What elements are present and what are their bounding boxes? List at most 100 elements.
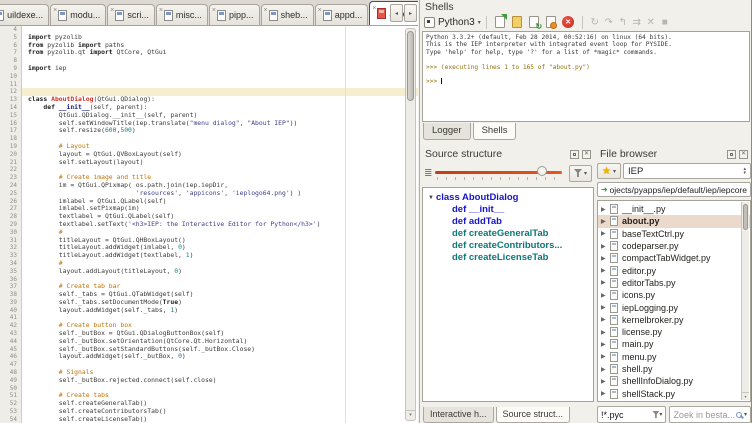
code-line-9[interactable]: 9import iep <box>0 65 418 73</box>
code-text: self.resize(600,500) <box>22 127 418 135</box>
file-row[interactable]: ▶splash.py <box>598 400 750 402</box>
file-list-scrollbar[interactable]: ▾ <box>741 202 749 400</box>
file-row[interactable]: ▶shellStack.py <box>598 387 750 399</box>
expander-icon[interactable]: ▶ <box>601 255 610 262</box>
editor-scrollbar-step-icon[interactable]: ▾ <box>406 410 415 419</box>
source-item[interactable]: def createContributors... <box>425 240 591 252</box>
code-line-40[interactable]: 40 layout.addWidget(self._tabs, 1) <box>0 307 418 315</box>
file-row[interactable]: ▶about.py <box>598 215 750 227</box>
file-row[interactable]: ▶codeparser.py <box>598 240 750 252</box>
project-select[interactable]: IEP ▴▾ <box>623 163 751 179</box>
expander-icon[interactable]: ▶ <box>601 206 610 213</box>
file-list-scrollbar-thumb[interactable] <box>743 204 748 230</box>
expander-icon[interactable]: ▶ <box>601 218 610 225</box>
expander-icon[interactable]: ▶ <box>601 366 610 373</box>
depth-slider-handle[interactable] <box>537 166 547 176</box>
file-row[interactable]: ▶shell.py <box>598 363 750 375</box>
expander-icon[interactable]: ▶ <box>601 390 610 397</box>
tab-shells[interactable]: Shells <box>473 123 517 140</box>
editor-tab-modu[interactable]: ×modu... <box>50 4 106 25</box>
expander-icon[interactable]: ▶ <box>601 267 610 274</box>
shell-output[interactable]: Python 3.3.2+ (default, Feb 28 2014, 00:… <box>422 31 750 122</box>
close-panel-icon[interactable]: ✕ <box>739 150 748 159</box>
code-line-46[interactable]: 46 layout.addWidget(self._butBox, 0) <box>0 353 418 361</box>
file-row[interactable]: ▶menu.py <box>598 351 750 363</box>
expander-icon[interactable]: ▶ <box>601 316 610 323</box>
code-line-49[interactable]: 49 self._butBox.rejected.connect(self.cl… <box>0 377 418 385</box>
file-row[interactable]: ▶iepLogging.py <box>598 301 750 313</box>
editor-tab-sheb[interactable]: ×sheb... <box>261 4 314 25</box>
tab-close-icon[interactable]: × <box>159 7 163 14</box>
line-number: 52 <box>0 400 22 408</box>
close-panel-icon[interactable]: ✕ <box>582 150 591 159</box>
tab-close-icon[interactable]: × <box>212 7 216 14</box>
float-panel-icon[interactable] <box>570 150 579 159</box>
file-row[interactable]: ▶baseTextCtrl.py <box>598 228 750 240</box>
restart-shell-button[interactable] <box>526 15 543 30</box>
file-row[interactable]: ▶editor.py <box>598 264 750 276</box>
code-line-21[interactable]: 21 self.setLayout(layout) <box>0 159 418 167</box>
search-in-files-input[interactable]: Zoek in besta... ▾ <box>669 406 751 423</box>
shell-selector[interactable]: Python3 ▾ <box>424 17 481 28</box>
expander-icon[interactable]: ▶ <box>601 304 610 311</box>
editor-tab-appd[interactable]: ×appd... <box>315 4 369 25</box>
expander-icon[interactable]: ▶ <box>601 279 610 286</box>
expander-icon[interactable]: ▶ <box>601 329 610 336</box>
file-list-scrollbar-step-icon[interactable]: ▾ <box>742 392 749 400</box>
expander-icon[interactable]: ▶ <box>601 341 610 348</box>
terminate-shell-button[interactable] <box>543 15 560 30</box>
code-line-54[interactable]: 54 self.createLicenseTab() <box>0 416 418 423</box>
editor-scrollbar-thumb[interactable] <box>407 31 414 101</box>
source-item[interactable]: def createLicenseTab <box>425 252 591 264</box>
code-editor[interactable]: 45import pyzolib6from pyzolib import pat… <box>0 26 418 423</box>
expander-icon[interactable]: ▶ <box>601 353 610 360</box>
expander-icon[interactable]: ▶ <box>601 243 610 250</box>
expander-icon[interactable]: ▶ <box>601 230 610 237</box>
source-item[interactable]: ▼class AboutDialog <box>425 192 591 204</box>
source-item[interactable]: def __init__ <box>425 204 591 216</box>
tab-scroll-left-button[interactable]: ◂ <box>390 4 403 22</box>
file-icon <box>164 10 173 21</box>
expander-icon[interactable]: ▼ <box>428 195 434 201</box>
close-shell-button[interactable]: ✕ <box>560 15 577 30</box>
expander-icon[interactable]: ▶ <box>601 292 610 299</box>
tab-close-icon[interactable]: × <box>53 7 57 14</box>
editor-tab-pipp[interactable]: ×pipp... <box>209 4 260 25</box>
tab-logger[interactable]: Logger <box>423 123 471 140</box>
editor-tab-uildexe[interactable]: ×uildexe... <box>0 4 49 25</box>
source-item[interactable]: def addTab <box>425 216 591 228</box>
code-line-11[interactable]: 11 <box>0 81 418 89</box>
structure-filter-button[interactable]: ▾ <box>569 165 592 182</box>
path-field[interactable]: ➜ projects/pyapps/iep/default/iep/iepcor… <box>597 182 751 197</box>
code-line-10[interactable]: 10 <box>0 73 418 81</box>
clear-screen-button[interactable] <box>509 15 526 30</box>
filename-filter-input[interactable]: !*.pyc ▾ <box>597 406 666 423</box>
tab-scroll-right-button[interactable]: ▸ <box>404 4 417 22</box>
float-panel-icon[interactable] <box>727 150 736 159</box>
tab-sourcestruct[interactable]: Source struct... <box>496 407 571 423</box>
new-shell-config-button[interactable] <box>492 15 509 30</box>
file-row[interactable]: ▶kernelbroker.py <box>598 314 750 326</box>
file-row[interactable]: ▶__init__.py <box>598 203 750 215</box>
code-line-7[interactable]: 7from pyzolib.qt import QtCore, QtGui <box>0 49 418 57</box>
editor-scrollbar[interactable]: ▾ <box>405 28 416 421</box>
file-row[interactable]: ▶icons.py <box>598 289 750 301</box>
code-line-35[interactable]: 35 layout.addLayout(titleLayout, 0) <box>0 268 418 276</box>
tab-close-icon[interactable]: × <box>110 7 114 14</box>
code-line-17[interactable]: 17 self.resize(600,500) <box>0 127 418 135</box>
source-item[interactable]: def createGeneralTab <box>425 228 591 240</box>
file-row[interactable]: ▶main.py <box>598 338 750 350</box>
tab-close-icon[interactable]: × <box>318 7 322 14</box>
bookmarks-button[interactable]: ★ ▾ <box>597 163 621 179</box>
file-row[interactable]: ▶shellInfoDialog.py <box>598 375 750 387</box>
tab-close-icon[interactable]: × <box>372 5 376 12</box>
file-row[interactable]: ▶editorTabs.py <box>598 277 750 289</box>
file-row[interactable]: ▶compactTabWidget.py <box>598 252 750 264</box>
tab-close-icon[interactable]: × <box>264 7 268 14</box>
editor-tab-misc[interactable]: ×misc... <box>156 4 208 25</box>
expander-icon[interactable]: ▶ <box>601 378 610 385</box>
editor-tab-scri[interactable]: ×scri... <box>107 4 155 25</box>
tab-interactiveh[interactable]: Interactive h... <box>423 407 494 423</box>
file-row[interactable]: ▶license.py <box>598 326 750 338</box>
depth-slider[interactable] <box>435 166 566 180</box>
